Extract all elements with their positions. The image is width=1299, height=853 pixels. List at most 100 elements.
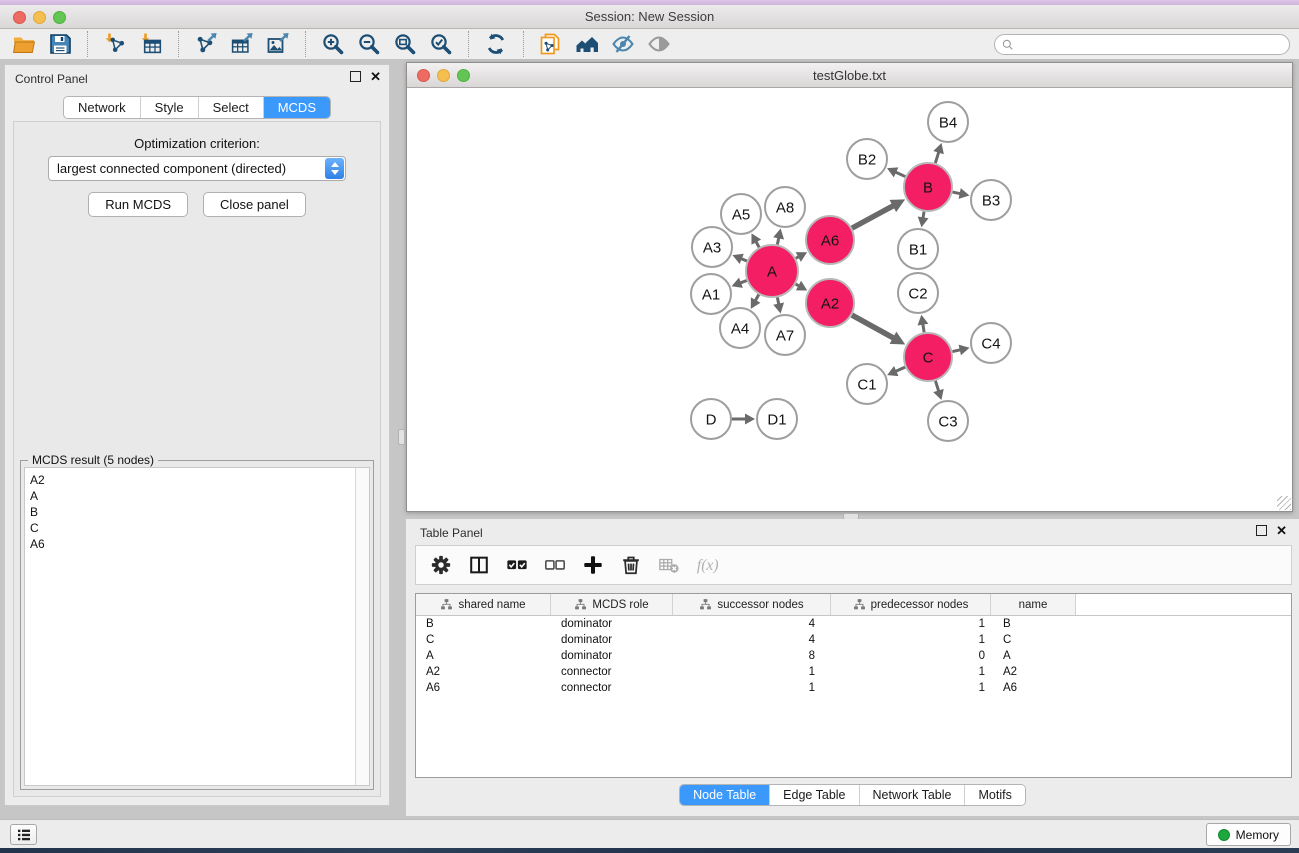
network-canvas[interactable]: B4B2BB3A5A8A6A3B1AA1C2A2A4A7C4CC1C3DD1 — [407, 88, 1292, 511]
tab-node-table[interactable]: Node Table — [680, 785, 769, 805]
column-header-predecessor-nodes[interactable]: predecessor nodes — [831, 594, 991, 615]
result-scrollbar[interactable] — [355, 468, 369, 785]
tab-motifs[interactable]: Motifs — [964, 785, 1024, 805]
result-item[interactable]: A6 — [25, 536, 369, 552]
result-item[interactable]: C — [25, 520, 369, 536]
zoom-in-button[interactable] — [315, 30, 351, 58]
save-session-button[interactable] — [42, 30, 78, 58]
column-header-successor-nodes[interactable]: successor nodes — [673, 594, 831, 615]
cell-shared-name[interactable]: A — [416, 648, 551, 664]
table-row[interactable]: Cdominator41C — [416, 632, 1291, 648]
cell-name[interactable]: C — [991, 632, 1076, 648]
cell-MCDS-role[interactable]: dominator — [551, 632, 673, 648]
column-header-name[interactable]: name — [991, 594, 1076, 615]
network-close-button[interactable] — [417, 69, 430, 82]
tab-mcds[interactable]: MCDS — [263, 97, 330, 118]
network-graph[interactable]: B4B2BB3A5A8A6A3B1AA1C2A2A4A7C4CC1C3DD1 — [407, 88, 1292, 511]
open-session-button[interactable] — [6, 30, 42, 58]
cell-successor-nodes[interactable]: 8 — [673, 648, 831, 664]
cell-shared-name[interactable]: A2 — [416, 664, 551, 680]
cell-MCDS-role[interactable]: dominator — [551, 616, 673, 632]
hide-selected-button[interactable] — [605, 30, 641, 58]
cell-MCDS-role[interactable]: dominator — [551, 648, 673, 664]
result-item[interactable]: A — [25, 488, 369, 504]
cell-name[interactable]: A — [991, 648, 1076, 664]
cell-predecessor-nodes[interactable]: 1 — [831, 632, 991, 648]
export-network-button[interactable] — [188, 30, 224, 58]
cell-shared-name[interactable]: C — [416, 632, 551, 648]
edge-A6-B[interactable] — [852, 205, 895, 228]
table-row[interactable]: A2connector11A2 — [416, 664, 1291, 680]
tab-network[interactable]: Network — [64, 97, 140, 118]
minimize-window-button[interactable] — [33, 11, 46, 24]
search-box[interactable] — [994, 34, 1290, 55]
table-row[interactable]: A6connector11A6 — [416, 680, 1291, 696]
node-table[interactable]: shared nameMCDS rolesuccessor nodesprede… — [415, 593, 1292, 778]
criterion-dropdown[interactable]: largest connected component (directed) — [48, 156, 346, 181]
maximize-window-button[interactable] — [53, 11, 66, 24]
memory-button[interactable]: Memory — [1206, 823, 1291, 846]
table-row[interactable]: Bdominator41B — [416, 616, 1291, 632]
column-header-MCDS-role[interactable]: MCDS role — [551, 594, 673, 615]
cell-name[interactable]: B — [991, 616, 1076, 632]
network-minimize-button[interactable] — [437, 69, 450, 82]
task-history-button[interactable] — [10, 824, 37, 845]
zoom-out-button[interactable] — [351, 30, 387, 58]
mcds-result-title: MCDS result (5 nodes) — [28, 453, 158, 467]
export-image-button[interactable] — [260, 30, 296, 58]
cell-MCDS-role[interactable]: connector — [551, 680, 673, 696]
import-network-button[interactable] — [97, 30, 133, 58]
result-item[interactable]: B — [25, 504, 369, 520]
deselect-all-button[interactable] — [538, 551, 571, 579]
add-button[interactable] — [576, 551, 609, 579]
column-header-shared-name[interactable]: shared name — [416, 594, 551, 615]
network-window-titlebar[interactable]: testGlobe.txt — [407, 63, 1292, 88]
cell-predecessor-nodes[interactable]: 1 — [831, 664, 991, 680]
tab-edge-table[interactable]: Edge Table — [769, 785, 858, 805]
export-table-button[interactable] — [224, 30, 260, 58]
cell-name[interactable]: A6 — [991, 680, 1076, 696]
import-table-button[interactable] — [133, 30, 169, 58]
cell-predecessor-nodes[interactable]: 1 — [831, 680, 991, 696]
duplicate-network-button[interactable] — [533, 30, 569, 58]
run-mcds-button[interactable]: Run MCDS — [88, 192, 188, 217]
cell-predecessor-nodes[interactable]: 1 — [831, 616, 991, 632]
zoom-selected-button[interactable] — [423, 30, 459, 58]
close-table-panel-icon[interactable]: ✕ — [1276, 525, 1287, 536]
close-panel-button[interactable]: Close panel — [203, 192, 306, 217]
table-header-row[interactable]: shared nameMCDS rolesuccessor nodesprede… — [416, 594, 1291, 616]
edge-A2-C[interactable] — [852, 315, 895, 339]
columns-button[interactable] — [462, 551, 495, 579]
close-panel-icon[interactable]: ✕ — [370, 71, 381, 82]
cell-shared-name[interactable]: B — [416, 616, 551, 632]
select-all-button[interactable] — [500, 551, 533, 579]
splitter-grip-vertical[interactable] — [398, 429, 405, 445]
resize-grip-icon[interactable] — [1277, 496, 1291, 510]
close-window-button[interactable] — [13, 11, 26, 24]
result-item[interactable]: A2 — [25, 472, 369, 488]
cell-successor-nodes[interactable]: 4 — [673, 616, 831, 632]
tab-network-table[interactable]: Network Table — [859, 785, 965, 805]
cell-MCDS-role[interactable]: connector — [551, 664, 673, 680]
cell-name[interactable]: A2 — [991, 664, 1076, 680]
mcds-result-list[interactable]: A2ABCA6 — [24, 467, 370, 786]
cell-successor-nodes[interactable]: 1 — [673, 664, 831, 680]
cell-successor-nodes[interactable]: 4 — [673, 632, 831, 648]
cell-shared-name[interactable]: A6 — [416, 680, 551, 696]
settings-button[interactable] — [424, 551, 457, 579]
float-table-panel-icon[interactable] — [1256, 525, 1267, 536]
node-label-B: B — [923, 179, 933, 196]
cell-predecessor-nodes[interactable]: 0 — [831, 648, 991, 664]
refresh-button[interactable] — [478, 30, 514, 58]
home-button[interactable] — [569, 30, 605, 58]
search-input[interactable] — [1015, 36, 1289, 53]
network-maximize-button[interactable] — [457, 69, 470, 82]
zoom-fit-button[interactable] — [387, 30, 423, 58]
tab-select[interactable]: Select — [198, 97, 263, 118]
tab-style[interactable]: Style — [140, 97, 198, 118]
delete-button[interactable] — [614, 551, 647, 579]
table-row[interactable]: Adominator80A — [416, 648, 1291, 664]
float-panel-icon[interactable] — [350, 71, 361, 82]
cell-successor-nodes[interactable]: 1 — [673, 680, 831, 696]
show-all-button[interactable] — [641, 30, 677, 58]
